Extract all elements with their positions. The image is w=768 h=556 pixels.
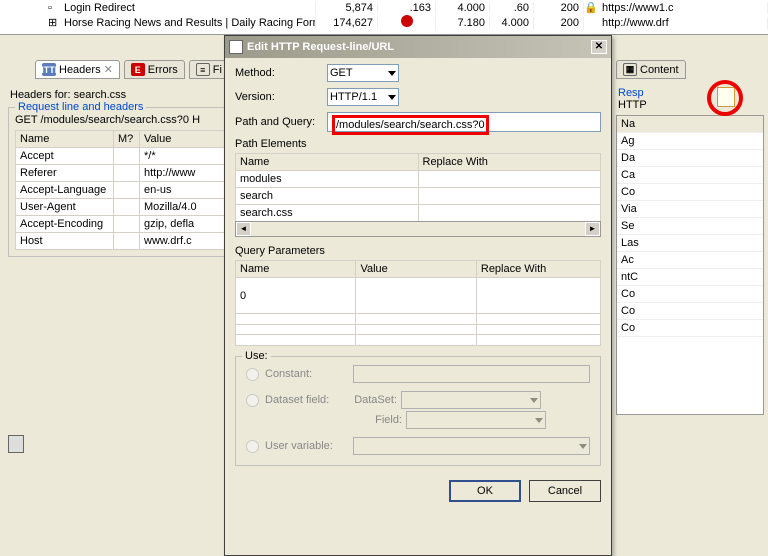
ok-button[interactable]: OK	[449, 480, 521, 502]
scroll-right-icon[interactable]: ►	[585, 222, 600, 236]
page-icon: ▫	[48, 2, 60, 14]
close-icon[interactable]: ✕	[104, 63, 113, 76]
constant-radio	[246, 368, 259, 381]
error-icon	[401, 15, 413, 27]
list-item[interactable]: Ca	[617, 167, 763, 184]
trash-icon[interactable]	[8, 435, 24, 453]
cancel-button[interactable]: Cancel	[529, 480, 601, 502]
table-row[interactable]: search.css	[236, 205, 601, 222]
use-group: Use: Constant: Dataset field: DataSet: F…	[235, 356, 601, 466]
chevron-down-icon	[388, 71, 396, 76]
dataset-select	[401, 391, 541, 409]
dialog-titlebar[interactable]: Edit HTTP Request-line/URL ✕	[225, 36, 611, 58]
path-label: Path and Query:	[235, 116, 327, 128]
error-tab-icon: E	[131, 63, 145, 76]
list-item[interactable]: Via	[617, 201, 763, 218]
list-item[interactable]: Co	[617, 184, 763, 201]
method-label: Method:	[235, 67, 327, 79]
row-name[interactable]: Horse Racing News and Results | Daily Ra…	[60, 17, 316, 29]
query-params-table: NameValueReplace With 0	[235, 260, 601, 346]
scroll-left-icon[interactable]: ◄	[236, 222, 251, 236]
headers-for-label: Headers for:	[10, 89, 71, 101]
list-item[interactable]: ntC	[617, 269, 763, 286]
http-icon: HTTP	[42, 63, 56, 76]
path-elements-table: NameReplace With modules search search.c…	[235, 153, 601, 222]
uservar-radio	[246, 440, 259, 453]
table-row[interactable]: 0	[236, 278, 601, 314]
annotation-circle	[707, 80, 743, 116]
annotation-box: /modules/search/search.css?0	[332, 115, 489, 135]
version-select[interactable]: HTTP/1.1	[327, 88, 399, 106]
headers-for-value: search.css	[74, 89, 127, 101]
method-select[interactable]: GET	[327, 64, 399, 82]
table-row[interactable]: search	[236, 188, 601, 205]
fi-icon: ≡	[196, 63, 210, 76]
list-item[interactable]: Ag	[617, 133, 763, 150]
response-headers-list[interactable]: Na Ag Da Ca Co Via Se Las Ac ntC Co Co C…	[616, 115, 764, 415]
close-button[interactable]: ✕	[591, 40, 607, 54]
tab-errors[interactable]: E Errors	[124, 60, 185, 79]
list-item[interactable]: Las	[617, 235, 763, 252]
list-item[interactable]: Da	[617, 150, 763, 167]
dialog-title: Edit HTTP Request-line/URL	[247, 41, 394, 53]
table-row[interactable]: modules	[236, 171, 601, 188]
edit-url-dialog: Edit HTTP Request-line/URL ✕ Method: GET…	[224, 35, 612, 556]
version-label: Version:	[235, 91, 327, 103]
tab-content[interactable]: ▦ Content	[616, 60, 686, 79]
results-grid: ▫ Login Redirect 5,874 .163 4.000 .60 20…	[0, 0, 768, 35]
list-item[interactable]: Se	[617, 218, 763, 235]
list-item[interactable]: Co	[617, 320, 763, 337]
constant-input	[353, 365, 590, 383]
list-item[interactable]: Co	[617, 286, 763, 303]
list-item[interactable]: Ac	[617, 252, 763, 269]
dataset-radio	[246, 394, 259, 407]
tab-fi[interactable]: ≡ Fi	[189, 60, 229, 79]
path-query-input[interactable]: /modules/search/search.css?0	[327, 112, 601, 132]
content-icon: ▦	[623, 63, 637, 76]
field-select	[406, 411, 546, 429]
query-params-label: Query Parameters	[235, 245, 601, 257]
tree-expand-icon[interactable]: ⊞	[48, 16, 60, 29]
hscroll[interactable]: ◄►	[235, 221, 601, 237]
tab-headers[interactable]: HTTP Headers ✕	[35, 60, 120, 79]
path-elements-label: Path Elements	[235, 138, 601, 150]
uservar-select	[353, 437, 590, 455]
lock-icon: 🔒	[584, 1, 598, 14]
right-panel: ▦ Content Resp HTTP Na Ag Da Ca Co Via S…	[612, 35, 768, 555]
chevron-down-icon	[388, 95, 396, 100]
list-item[interactable]: Co	[617, 303, 763, 320]
row-name[interactable]: Login Redirect	[60, 2, 316, 14]
dialog-icon	[229, 40, 243, 54]
